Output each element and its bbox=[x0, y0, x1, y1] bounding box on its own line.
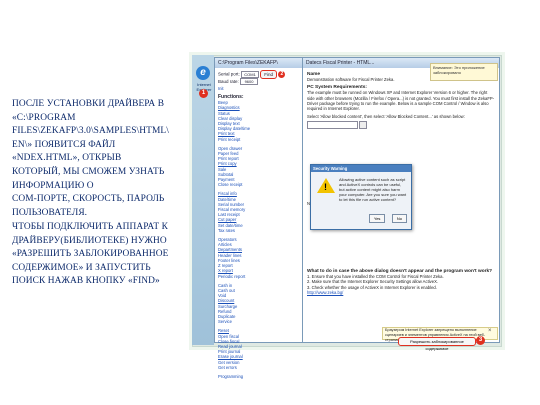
instruction-line: COM-порте, скорость, пароль bbox=[12, 194, 165, 205]
sample-controls bbox=[307, 121, 495, 130]
functions-list: Beep Diagnostics Status Clear display Displa… bbox=[218, 100, 300, 379]
instruction-line: После установки драйвера в bbox=[12, 99, 165, 109]
instruction-line: EN\» появится файл bbox=[12, 139, 116, 150]
instruction-line: Чтобы подключить аппарат к bbox=[12, 222, 169, 232]
function-link[interactable]: Programming bbox=[218, 374, 300, 379]
instruction-line: драйверу(библиотеке) нужно bbox=[12, 235, 167, 246]
instruction-line: Files\ZEKAFP\3.0\Samples\HTML\ bbox=[12, 126, 169, 137]
dialog-yes-button[interactable]: Yes bbox=[368, 214, 386, 223]
allow-blocked-content-button[interactable]: Разрешить заблокированное содержимое bbox=[398, 337, 476, 351]
step-badge-3: 3 bbox=[476, 336, 485, 345]
init-link[interactable]: Init bbox=[218, 86, 300, 91]
sample-button[interactable] bbox=[359, 121, 368, 130]
step-badge-1: 1 bbox=[199, 89, 208, 98]
blocked-notification[interactable]: Внимание: Это приложение заблокировано bbox=[430, 63, 498, 81]
instruction-line: «разрешить заблокированное bbox=[12, 249, 169, 260]
security-warning-dialog: Security Warning ! Allowing active conte… bbox=[310, 164, 412, 230]
dialog-no-button[interactable]: No bbox=[391, 214, 407, 223]
step-badge-2: 2 bbox=[278, 71, 286, 78]
instruction-line: поиск нажав кнопку «Find» bbox=[12, 276, 160, 287]
dialog-title: Security Warning bbox=[311, 165, 411, 172]
dialog-text: Allowing active content such as script a… bbox=[339, 177, 407, 202]
ie-icon[interactable]: e bbox=[196, 66, 210, 80]
instruction-line: информацию о bbox=[12, 180, 94, 191]
baud-input[interactable]: 9600 bbox=[240, 78, 259, 86]
step-text: Select 'Allow blocked content', then sel… bbox=[307, 113, 465, 119]
serial-port-label: Serial port: bbox=[218, 71, 240, 77]
instruction-paragraph-1: После установки драйвера в «C:\Program F… bbox=[12, 98, 180, 220]
instruction-line: содержимое» и запустить bbox=[12, 262, 151, 273]
find-button[interactable]: Find bbox=[260, 70, 278, 79]
serial-port-row: Serial port: COM1 Find 2 bbox=[218, 70, 300, 79]
instruction-line: «C:\Program bbox=[12, 112, 76, 123]
baud-label: Baud rate: bbox=[218, 79, 239, 84]
instruction-line: который, мы сможем узнать bbox=[12, 166, 165, 177]
close-icon[interactable]: × bbox=[488, 328, 492, 334]
window-title: C:\Program Files\ZEKAFP\ bbox=[215, 58, 303, 68]
sample-select[interactable] bbox=[307, 121, 358, 130]
serial-port-input[interactable]: COM1 bbox=[241, 71, 260, 78]
ie-window-driver: C:\Program Files\ZEKAFP\ Serial port: CO… bbox=[214, 57, 304, 379]
instruction-line: пользователя. bbox=[12, 207, 88, 218]
help-link[interactable]: http://www.zeka.bg/ bbox=[307, 290, 495, 295]
baud-row: Baud rate: 9600 bbox=[218, 78, 300, 86]
desktop-strip bbox=[192, 55, 214, 345]
requirements-text: The example must be runned on Windows XP… bbox=[307, 90, 495, 112]
instruction-line: «ndex.html», открыв bbox=[12, 153, 122, 164]
instruction-paragraph-2: Чтобы подключить аппарат к драйверу(библ… bbox=[12, 221, 180, 289]
warning-mark: ! bbox=[324, 182, 327, 192]
